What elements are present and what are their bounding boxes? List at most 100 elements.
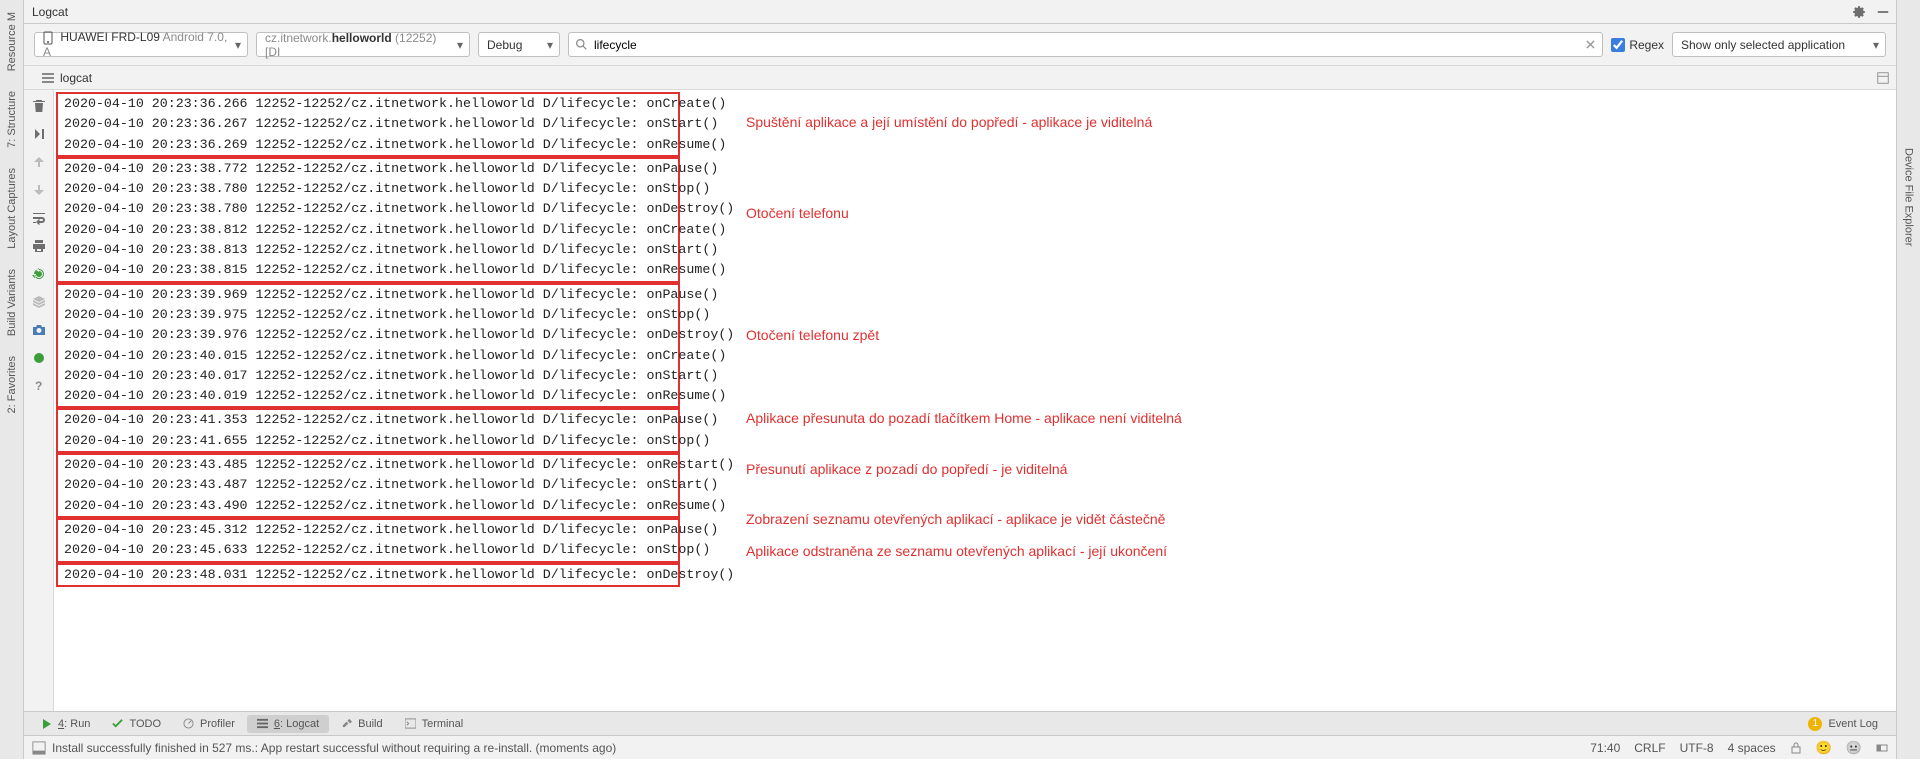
line-separator[interactable]: CRLF [1634, 741, 1665, 755]
wrap-icon[interactable] [31, 210, 47, 226]
log-level-select[interactable]: Debug ▾ [478, 32, 560, 57]
chevron-down-icon: ▾ [547, 38, 553, 52]
log-line[interactable]: 2020-04-10 20:23:43.490 12252-12252/cz.i… [58, 496, 678, 516]
log-group: 2020-04-10 20:23:41.353 12252-12252/cz.i… [56, 408, 680, 453]
bars-icon [257, 718, 268, 729]
inspections-neutral-icon[interactable]: 😐 [1846, 740, 1862, 756]
tab-logcat[interactable]: logcat [38, 71, 96, 85]
filter-search[interactable] [568, 32, 1603, 57]
log-line[interactable]: 2020-04-10 20:23:39.976 12252-12252/cz.i… [58, 325, 678, 345]
tab-event-log[interactable]: 1Event Log [1798, 714, 1888, 734]
log-line[interactable]: 2020-04-10 20:23:39.975 12252-12252/cz.i… [58, 305, 678, 325]
gauge-icon [183, 718, 194, 729]
log-line[interactable]: 2020-04-10 20:23:38.780 12252-12252/cz.i… [58, 199, 678, 219]
process-pkg-prefix: cz.itnetwork. [265, 31, 332, 45]
log-line[interactable]: 2020-04-10 20:23:38.780 12252-12252/cz.i… [58, 179, 678, 199]
log-line[interactable]: 2020-04-10 20:23:43.487 12252-12252/cz.i… [58, 475, 678, 495]
check-icon [112, 718, 123, 729]
restart-icon[interactable] [31, 266, 47, 282]
log-line[interactable]: 2020-04-10 20:23:48.031 12252-12252/cz.i… [58, 565, 678, 585]
tab-run[interactable]: 4: 4: RunRun [32, 715, 100, 733]
log-line[interactable]: 2020-04-10 20:23:45.633 12252-12252/cz.i… [58, 540, 678, 560]
log-line[interactable]: 2020-04-10 20:23:36.267 12252-12252/cz.i… [58, 114, 678, 134]
log-group: 2020-04-10 20:23:43.485 12252-12252/cz.i… [56, 453, 680, 518]
log-line[interactable]: 2020-04-10 20:23:40.017 12252-12252/cz.i… [58, 366, 678, 386]
log-line[interactable]: 2020-04-10 20:23:38.812 12252-12252/cz.i… [58, 220, 678, 240]
memory-indicator-icon[interactable] [1876, 742, 1888, 754]
log-line[interactable]: 2020-04-10 20:23:38.772 12252-12252/cz.i… [58, 159, 678, 179]
file-encoding[interactable]: UTF-8 [1680, 741, 1714, 755]
rail-layout-captures[interactable]: Layout Captures [4, 160, 20, 257]
help-icon[interactable]: ? [31, 378, 47, 394]
regex-checkbox[interactable] [1611, 38, 1625, 52]
tab-profiler[interactable]: Profiler [173, 715, 245, 733]
annotation: Aplikace odstraněna ze seznamu otevřenýc… [746, 543, 1167, 559]
process-pkg-name: helloworld [332, 31, 392, 45]
rail-structure[interactable]: 7: Structure [4, 83, 20, 156]
print-icon[interactable] [31, 238, 47, 254]
terminal-icon [405, 718, 416, 729]
log-line[interactable]: 2020-04-10 20:23:39.969 12252-12252/cz.i… [58, 285, 678, 305]
inspections-happy-icon[interactable]: 🙂 [1816, 740, 1832, 756]
log-line[interactable]: 2020-04-10 20:23:38.815 12252-12252/cz.i… [58, 260, 678, 280]
logcat-tabs: logcat [24, 66, 1896, 90]
minimize-icon[interactable] [1876, 5, 1890, 19]
camera-icon[interactable] [31, 322, 47, 338]
tab-todo[interactable]: TODO [102, 715, 171, 733]
clear-icon[interactable] [1585, 39, 1596, 50]
regex-label: Regex [1629, 38, 1664, 52]
annotation: Otočení telefonu [746, 205, 849, 221]
log-group: 2020-04-10 20:23:38.772 12252-12252/cz.i… [56, 157, 680, 283]
log-line[interactable]: 2020-04-10 20:23:45.312 12252-12252/cz.i… [58, 520, 678, 540]
record-icon[interactable] [31, 350, 47, 366]
log-group: 2020-04-10 20:23:36.266 12252-12252/cz.i… [56, 92, 680, 157]
log-line[interactable]: 2020-04-10 20:23:40.015 12252-12252/cz.i… [58, 346, 678, 366]
process-select[interactable]: cz.itnetwork.helloworld (12252) [DI ▾ [256, 32, 470, 57]
tab-label: logcat [60, 71, 92, 85]
log-line[interactable]: 2020-04-10 20:23:40.019 12252-12252/cz.i… [58, 386, 678, 406]
arrow-down-icon[interactable] [31, 182, 47, 198]
caret-position[interactable]: 71:40 [1590, 741, 1620, 755]
log-body: ? 2020-04-10 20:23:36.266 12252-12252/cz… [24, 90, 1896, 711]
device-select[interactable]: HUAWEI FRD-L09 Android 7.0, A ▾ [34, 32, 248, 57]
log-line[interactable]: 2020-04-10 20:23:41.353 12252-12252/cz.i… [58, 410, 678, 430]
lock-icon[interactable] [1790, 742, 1802, 754]
tab-terminal[interactable]: Terminal [395, 715, 474, 733]
trash-icon[interactable] [31, 98, 47, 114]
log-group: 2020-04-10 20:23:48.031 12252-12252/cz.i… [56, 563, 680, 587]
filter-search-input[interactable] [594, 33, 1579, 56]
filter-scope-select[interactable]: Show only selected application ▾ [1672, 32, 1886, 57]
log-group: 2020-04-10 20:23:45.312 12252-12252/cz.i… [56, 518, 680, 563]
play-icon [42, 719, 52, 729]
rail-favorites[interactable]: 2: Favorites [4, 348, 20, 421]
svg-text:?: ? [35, 379, 42, 393]
chevron-down-icon: ▾ [235, 38, 241, 52]
log-line[interactable]: 2020-04-10 20:23:36.269 12252-12252/cz.i… [58, 135, 678, 155]
log-line[interactable]: 2020-04-10 20:23:43.485 12252-12252/cz.i… [58, 455, 678, 475]
left-tool-rail: Resource M 7: Structure Layout Captures … [0, 0, 24, 759]
layers-icon[interactable] [31, 294, 47, 310]
status-toggle-icon[interactable] [32, 741, 46, 755]
panel-header: Logcat [24, 0, 1896, 24]
scroll-end-icon[interactable] [31, 126, 47, 142]
bottom-toolbar: 4: 4: RunRun TODO Profiler 6: Logcat Bui… [24, 711, 1896, 735]
indent-setting[interactable]: 4 spaces [1728, 741, 1776, 755]
warning-badge-icon: 1 [1808, 717, 1822, 731]
status-bar: Install successfully finished in 527 ms.… [24, 735, 1896, 759]
log-line[interactable]: 2020-04-10 20:23:41.655 12252-12252/cz.i… [58, 431, 678, 451]
bars-icon [42, 73, 54, 83]
chevron-down-icon: ▾ [1873, 38, 1879, 52]
tab-logcat-bottom[interactable]: 6: Logcat [247, 715, 329, 733]
gear-icon[interactable] [1852, 5, 1866, 19]
rail-resource-manager[interactable]: Resource M [4, 4, 20, 79]
log-line[interactable]: 2020-04-10 20:23:38.813 12252-12252/cz.i… [58, 240, 678, 260]
log-canvas[interactable]: 2020-04-10 20:23:36.266 12252-12252/cz.i… [54, 90, 1896, 711]
regex-toggle[interactable]: Regex [1611, 38, 1664, 52]
annotation: Zobrazení seznamu otevřených aplikací - … [746, 511, 1165, 527]
rail-device-file-explorer[interactable]: Device File Explorer [1901, 140, 1917, 254]
rail-build-variants[interactable]: Build Variants [4, 261, 20, 344]
tab-build[interactable]: Build [331, 715, 392, 733]
log-line[interactable]: 2020-04-10 20:23:36.266 12252-12252/cz.i… [58, 94, 678, 114]
tab-settings-icon[interactable] [1876, 71, 1890, 85]
arrow-up-icon[interactable] [31, 154, 47, 170]
